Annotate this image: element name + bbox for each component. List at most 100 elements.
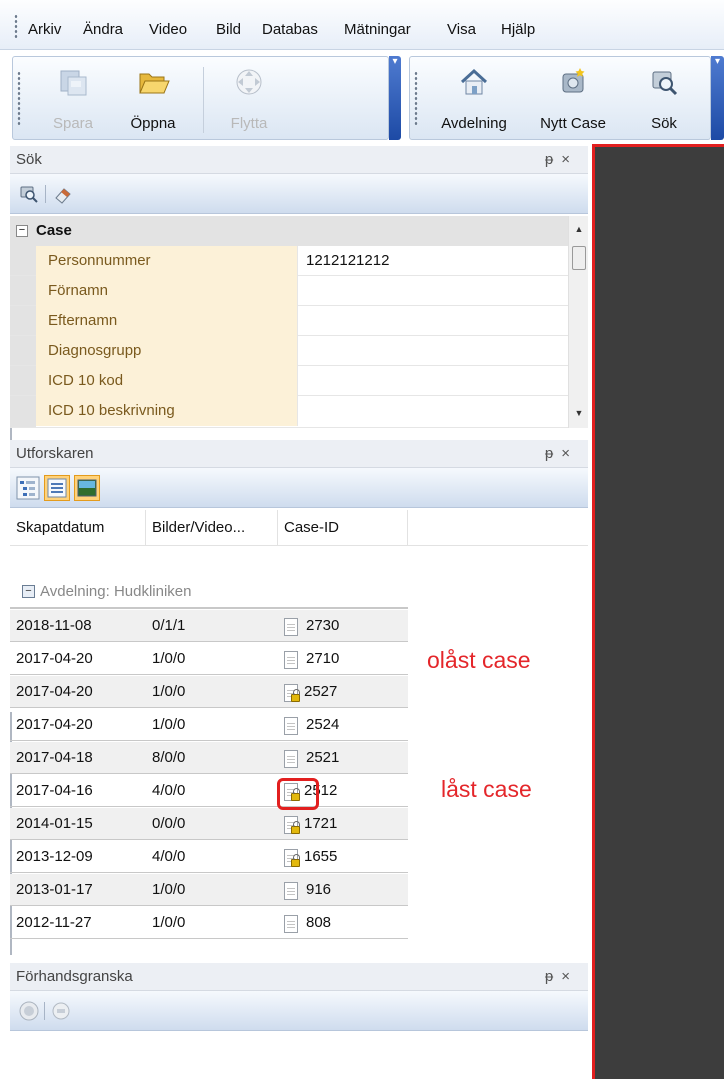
table-row[interactable]: 2018-11-08 0/1/1 2730 (10, 610, 408, 642)
save-button[interactable]: Spara (33, 57, 113, 141)
cell-media: 8/0/0 (152, 749, 186, 766)
folder-open-icon (139, 73, 170, 94)
menu-grip[interactable] (14, 14, 18, 38)
cell-case-id: 2730 (306, 617, 340, 634)
property-row-icd10-beskrivning[interactable]: ICD 10 beskrivning (10, 396, 568, 428)
close-icon[interactable]: × (561, 968, 578, 985)
property-grid: − Case Personnummer 1212121212 Förnamn E… (10, 216, 588, 428)
document-icon (284, 618, 298, 636)
explorer-panel-controls: ᵽ× (545, 440, 578, 468)
cell-media: 1/0/0 (152, 683, 186, 700)
cell-date: 2018-11-08 (16, 617, 92, 634)
pin-icon[interactable]: ᵽ (545, 151, 561, 168)
toolbar-separator (203, 67, 204, 133)
cell-case-id: 1721 (304, 815, 338, 832)
preview-panel-title: Förhandsgranska ᵽ× (10, 963, 588, 991)
property-row-personnummer[interactable]: Personnummer 1212121212 (10, 246, 568, 276)
property-value-input[interactable] (300, 276, 566, 306)
pin-icon[interactable]: ᵽ (545, 968, 561, 985)
tree-view-icon[interactable] (16, 476, 40, 500)
property-row-diagnosgrupp[interactable]: Diagnosgrupp (10, 336, 568, 366)
menu-visa[interactable]: Visa (447, 20, 476, 40)
cell-media: 0/0/0 (152, 815, 186, 832)
property-scrollbar[interactable]: ▲ ▼ (568, 216, 588, 428)
menu-bild[interactable]: Bild (216, 20, 241, 40)
search-icon (652, 71, 678, 96)
scroll-down-icon[interactable]: ▼ (569, 408, 589, 418)
column-header-case-id[interactable]: Case-ID (278, 510, 408, 546)
table-row[interactable]: 2014-01-15 0/0/0 1721 (10, 808, 408, 840)
table-row[interactable]: 2017-04-20 1/0/0 2527 (10, 676, 408, 708)
search-button[interactable]: Sök (624, 57, 704, 141)
table-row[interactable]: 2012-11-27 1/0/0 808 (10, 907, 408, 939)
group-header[interactable]: − Avdelning: Hudkliniken (16, 580, 192, 604)
column-header-date[interactable]: Skapatdatum (10, 510, 146, 546)
cell-case-id: 808 (306, 914, 332, 931)
column-header-media[interactable]: Bilder/Video... (146, 510, 278, 546)
menu-databas[interactable]: Databas (262, 20, 318, 40)
play-icon[interactable] (18, 1000, 40, 1022)
menu-video[interactable]: Video (149, 20, 187, 40)
property-key: Förnamn (36, 276, 298, 306)
list-header: Skapatdatum Bilder/Video... Case-ID (10, 510, 588, 546)
toolbar-group-file: Spara Öppna Flytta (12, 56, 389, 140)
toolbar-grip-2[interactable] (414, 71, 418, 127)
menu-hjalp[interactable]: Hjälp (501, 20, 535, 40)
cell-case-id: 2521 (306, 749, 340, 766)
preview-panel-toolbar (10, 991, 588, 1031)
details-view-icon[interactable] (44, 475, 70, 501)
property-value-input[interactable] (300, 306, 566, 336)
table-row[interactable]: 2017-04-20 1/0/0 2710 (10, 643, 408, 675)
collapse-icon[interactable]: − (22, 585, 35, 598)
pin-icon[interactable]: ᵽ (545, 445, 561, 462)
table-row[interactable]: 2013-12-09 4/0/0 1655 (10, 841, 408, 873)
property-row-fornamn[interactable]: Förnamn (10, 276, 568, 306)
cell-media: 4/0/0 (152, 848, 186, 865)
open-button[interactable]: Öppna (113, 57, 193, 141)
house-icon (460, 68, 488, 95)
document-icon (284, 882, 298, 900)
scroll-thumb[interactable] (572, 246, 586, 270)
preview-panel-title-text: Förhandsgranska (16, 968, 133, 985)
cell-date: 2017-04-20 (16, 716, 93, 733)
toolbar-overflow-left[interactable]: ▾ (389, 56, 401, 140)
move-button[interactable]: Flytta (209, 57, 289, 141)
close-icon[interactable]: × (561, 445, 578, 462)
cell-date: 2014-01-15 (16, 815, 93, 832)
tool-separator (44, 1002, 45, 1020)
cell-date: 2017-04-20 (16, 683, 93, 700)
property-row-efternamn[interactable]: Efternamn (10, 306, 568, 336)
menu-andra[interactable]: Ändra (83, 20, 123, 40)
search-label: Sök (651, 115, 677, 132)
property-value-input[interactable]: 1212121212 (300, 246, 566, 276)
image-viewer-pane[interactable] (592, 144, 724, 1079)
search-icon[interactable] (18, 183, 40, 205)
cell-media: 1/0/0 (152, 650, 186, 667)
new-case-button[interactable]: Nytt Case (528, 57, 618, 141)
search-panel-toolbar (10, 174, 588, 214)
table-row[interactable]: 2013-01-17 1/0/0 916 (10, 874, 408, 906)
toolbar-overflow-right[interactable]: ▾ (711, 56, 724, 140)
thumbnail-view-icon[interactable] (74, 475, 100, 501)
cell-date: 2013-01-17 (16, 881, 93, 898)
stop-icon[interactable] (50, 1000, 72, 1022)
table-row[interactable]: 2017-04-16 4/0/0 2512 (10, 775, 408, 807)
menu-arkiv[interactable]: Arkiv (28, 20, 61, 40)
lock-icon (291, 821, 300, 834)
group-label: Avdelning: Hudkliniken (40, 583, 192, 600)
collapse-icon[interactable]: − (16, 225, 28, 237)
property-row-icd10-kod[interactable]: ICD 10 kod (10, 366, 568, 396)
close-icon[interactable]: × (561, 151, 578, 168)
property-value-input[interactable] (300, 366, 566, 396)
department-button[interactable]: Avdelning (424, 57, 524, 141)
cell-date: 2017-04-16 (16, 782, 93, 799)
menu-matningar[interactable]: Mätningar (344, 20, 411, 40)
scroll-up-icon[interactable]: ▲ (569, 224, 589, 234)
cell-media: 1/0/0 (152, 914, 186, 931)
property-value-input[interactable] (300, 336, 566, 366)
eraser-icon[interactable] (52, 183, 74, 205)
toolbar-grip[interactable] (17, 71, 21, 127)
property-value-input[interactable] (300, 396, 566, 426)
table-row[interactable]: 2017-04-20 1/0/0 2524 (10, 709, 408, 741)
table-row[interactable]: 2017-04-18 8/0/0 2521 (10, 742, 408, 774)
